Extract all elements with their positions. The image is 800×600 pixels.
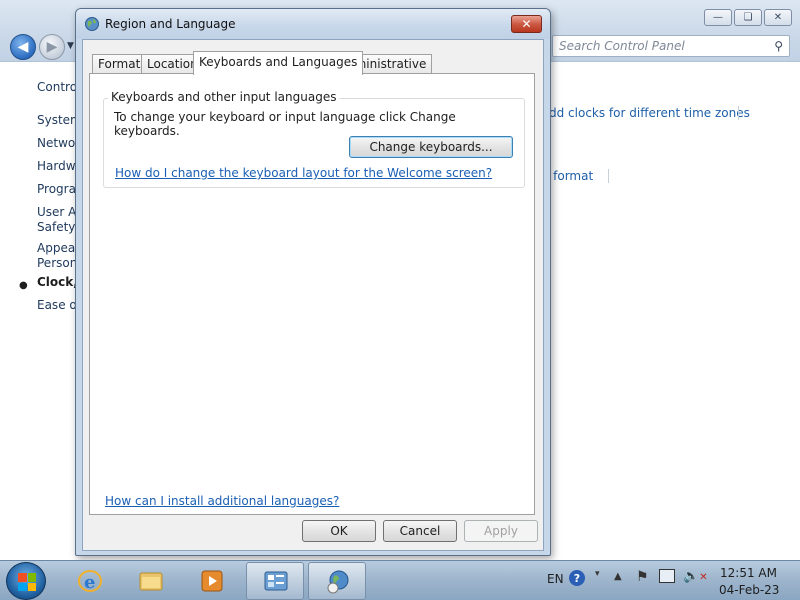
forward-arrow-icon: ▶ — [46, 39, 58, 55]
action-center-flag-icon[interactable]: ⚑ — [636, 569, 649, 585]
media-player-icon — [201, 570, 223, 592]
change-keyboards-button[interactable]: Change keyboards... — [349, 136, 513, 158]
maximize-button[interactable]: ❏ — [734, 9, 762, 26]
control-panel-icon — [264, 571, 288, 591]
svg-text:e: e — [84, 572, 95, 593]
dialog-close-button[interactable]: ✕ — [511, 15, 542, 33]
chevron-down-icon: ▼ — [67, 41, 74, 51]
dialog-titlebar[interactable]: Region and Language ✕ — [76, 9, 550, 39]
globe-clock-icon — [327, 570, 349, 594]
taskbar-explorer[interactable] — [122, 562, 180, 600]
recent-pages-dropdown[interactable]: ▼ — [67, 41, 74, 51]
taskbar: e EN ? ▾ ▲ ⚑ 🔈✕ 12:51 AM 04-Feb-23 — [0, 560, 800, 600]
sidebar-item-clock[interactable]: Clock, Language, and Region — [37, 275, 76, 289]
taskbar-media-player[interactable] — [183, 562, 241, 600]
clock-date[interactable]: 04-Feb-23 — [719, 583, 779, 597]
close-icon: ✕ — [521, 17, 532, 31]
ok-button[interactable]: OK — [302, 520, 376, 542]
input-language-indicator[interactable]: EN — [547, 572, 564, 586]
restore-icon: ❏ — [743, 12, 753, 23]
sidebar-item-hardware[interactable]: Hardware and Sound — [37, 159, 76, 173]
folder-icon — [139, 572, 163, 591]
windows-logo-icon — [18, 573, 36, 591]
forward-button[interactable]: ▶ — [39, 34, 65, 60]
dialog-title: Region and Language — [105, 17, 236, 31]
install-languages-link[interactable]: How can I install additional languages? — [105, 494, 339, 508]
input-languages-group: Keyboards and other input languages To c… — [103, 90, 525, 188]
region-language-dialog: Region and Language ✕ Formats Location K… — [75, 8, 551, 556]
start-button[interactable] — [6, 562, 46, 600]
cancel-button[interactable]: Cancel — [383, 520, 457, 542]
minimize-icon: — — [713, 12, 723, 23]
help-icon[interactable]: ? — [569, 570, 585, 586]
network-icon[interactable] — [659, 569, 675, 583]
clock-time[interactable]: 12:51 AM — [720, 566, 777, 580]
sidebar-item-user-accounts[interactable]: User Accounts and Family — [37, 205, 76, 219]
current-section-bullet: ● — [19, 280, 28, 291]
search-placeholder: Search Control Panel — [559, 39, 685, 53]
sidebar-item-ease[interactable]: Ease of Access — [37, 298, 76, 312]
add-clocks-link[interactable]: dd clocks for different time zones — [549, 106, 750, 120]
sidebar-item-appearance-2[interactable]: Personalization — [37, 256, 76, 270]
dialog-client-area: Formats Location Keyboards and Languages… — [82, 39, 544, 551]
welcome-screen-keyboard-link[interactable]: How do I change the keyboard layout for … — [115, 166, 492, 180]
close-icon: ✕ — [773, 12, 783, 23]
taskbar-control-panel[interactable] — [246, 562, 304, 600]
language-bar-options-icon[interactable]: ▾ — [595, 569, 600, 579]
sidebar-item-programs[interactable]: Programs — [37, 182, 76, 196]
volume-muted-icon[interactable]: 🔈✕ — [683, 569, 708, 584]
back-button[interactable]: ◀ — [10, 34, 36, 60]
tab-panel: Keyboards and other input languages To c… — [89, 73, 535, 515]
sidebar-item-user-accounts-2[interactable]: Safety — [37, 220, 76, 234]
link-separator — [738, 106, 739, 120]
taskbar-internet-explorer[interactable]: e — [61, 562, 119, 600]
sidebar-item-network[interactable]: Network and Internet — [37, 136, 76, 150]
group-title: Keyboards and other input languages — [108, 90, 340, 104]
taskbar-region-language[interactable] — [308, 562, 366, 600]
close-button[interactable]: ✕ — [764, 9, 792, 26]
search-icon: ⚲ — [774, 39, 783, 53]
sidebar-item-system[interactable]: System and Security — [37, 113, 76, 127]
search-input[interactable]: Search Control Panel ⚲ — [552, 35, 790, 57]
link-separator — [608, 169, 609, 183]
sidebar-item-appearance[interactable]: Appearance and — [37, 241, 76, 255]
sidebar-item-home[interactable]: Control Panel Home — [37, 80, 76, 94]
back-arrow-icon: ◀ — [17, 39, 29, 55]
apply-button[interactable]: Apply — [464, 520, 538, 542]
internet-explorer-icon: e — [78, 570, 102, 593]
globe-icon — [85, 17, 99, 31]
tab-keyboards-languages[interactable]: Keyboards and Languages — [193, 51, 364, 75]
minimize-button[interactable]: — — [704, 9, 732, 26]
group-description: To change your keyboard or input languag… — [114, 110, 456, 138]
show-hidden-icons-icon[interactable]: ▲ — [614, 571, 622, 582]
control-panel-sidebar: Control Panel Home System and Security N… — [0, 62, 76, 560]
window-caption-buttons: — ❏ ✕ — [704, 9, 792, 26]
